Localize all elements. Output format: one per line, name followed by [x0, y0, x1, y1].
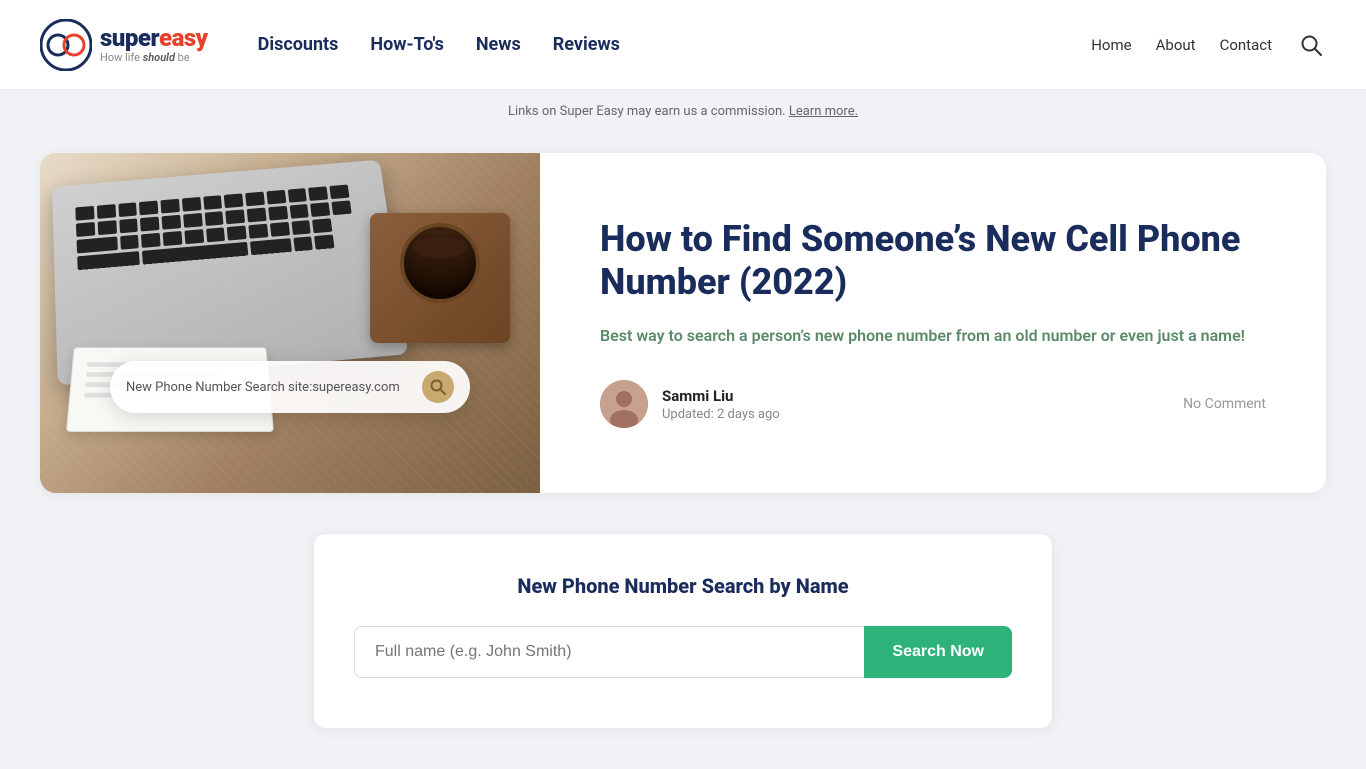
article-content-area: How to Find Someone’s New Cell Phone Num… — [540, 153, 1326, 493]
logo-link[interactable]: super easy How life should be — [40, 19, 208, 71]
commission-bar: Links on Super Easy may earn us a commis… — [0, 90, 1366, 133]
search-widget: New Phone Number Search by Name Search N… — [313, 533, 1053, 729]
search-widget-form: Search Now — [354, 626, 1012, 678]
author-updated: Updated: 2 days ago — [662, 407, 780, 422]
search-button[interactable] — [1296, 30, 1326, 60]
comment-count: No Comment — [1183, 396, 1266, 412]
header-right: Home About Contact — [1091, 30, 1326, 60]
article-subtitle: Best way to search a person’s new phone … — [600, 324, 1266, 348]
nav-about[interactable]: About — [1156, 36, 1196, 54]
search-widget-title: New Phone Number Search by Name — [354, 574, 1012, 598]
search-icon — [1300, 34, 1322, 56]
logo-text: super easy How life should be — [100, 25, 208, 63]
commission-text: Links on Super Easy may earn us a commis… — [508, 104, 786, 119]
logo-icon — [40, 19, 92, 71]
logo-tagline: How life should be — [100, 52, 208, 64]
search-name-input[interactable] — [354, 626, 864, 678]
author-info: Sammi Liu Updated: 2 days ago — [662, 387, 780, 422]
article-title: How to Find Someone’s New Cell Phone Num… — [600, 218, 1266, 304]
site-header: super easy How life should be Discounts … — [0, 0, 1366, 90]
author-area: Sammi Liu Updated: 2 days ago — [600, 380, 780, 428]
article-meta: Sammi Liu Updated: 2 days ago No Comment — [600, 380, 1266, 428]
main-content: // This will be rendered by keyboard gen… — [0, 133, 1366, 769]
author-avatar — [600, 380, 648, 428]
logo-easy: easy — [159, 25, 208, 51]
nav-contact[interactable]: Contact — [1220, 36, 1272, 54]
hero-search-text: New Phone Number Search site:supereasy.c… — [126, 380, 412, 395]
header-left: super easy How life should be Discounts … — [40, 19, 620, 71]
nav-reviews[interactable]: Reviews — [553, 34, 620, 55]
nav-howtos[interactable]: How-To's — [370, 34, 443, 55]
hero-search-icon — [422, 371, 454, 403]
hero-search-overlay: New Phone Number Search site:supereasy.c… — [110, 361, 470, 413]
nav-news[interactable]: News — [476, 34, 521, 55]
nav-home[interactable]: Home — [1091, 36, 1131, 54]
main-nav: Discounts How-To's News Reviews — [258, 34, 620, 55]
hero-image-area: // This will be rendered by keyboard gen… — [40, 153, 540, 493]
learn-more-link[interactable]: Learn more. — [789, 104, 858, 119]
search-now-button[interactable]: Search Now — [864, 626, 1012, 678]
author-name: Sammi Liu — [662, 387, 780, 405]
logo-super: super — [100, 25, 159, 51]
article-card: // This will be rendered by keyboard gen… — [40, 153, 1326, 493]
nav-discounts[interactable]: Discounts — [258, 34, 339, 55]
